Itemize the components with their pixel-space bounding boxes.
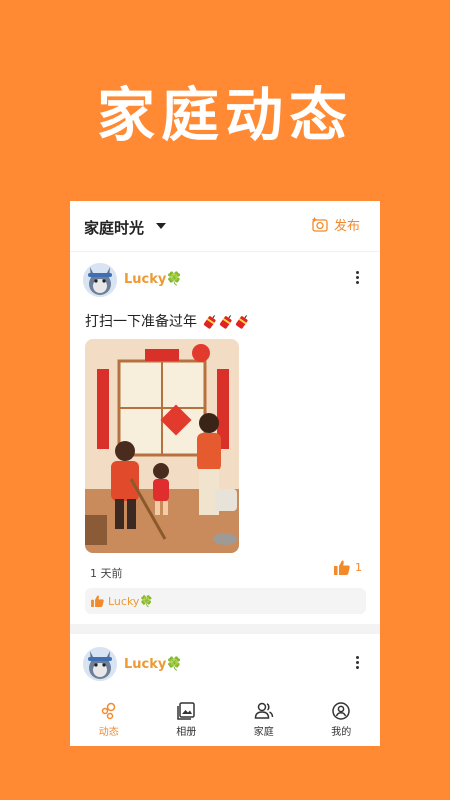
camera-plus-icon — [312, 217, 328, 232]
profile-icon — [332, 702, 350, 720]
banner-title: 家庭动态 — [96, 81, 353, 149]
like-button[interactable]: 1 — [334, 560, 362, 575]
liked-by-name[interactable]: Lucky🍀 — [108, 595, 153, 608]
like-count: 1 — [355, 561, 362, 574]
bottom-tab-bar: 动态 相册 家庭 我的 — [70, 698, 380, 746]
publish-label: 发布 — [333, 219, 360, 234]
tab-family[interactable]: 家庭 — [225, 698, 303, 746]
tab-album[interactable]: 相册 — [148, 698, 226, 746]
tab-moments[interactable]: 动态 — [70, 698, 148, 746]
post-photo[interactable] — [85, 339, 239, 553]
more-options-icon[interactable] — [356, 271, 360, 284]
more-options-icon[interactable] — [356, 656, 360, 669]
post-username[interactable]: Lucky🍀 — [124, 657, 183, 672]
tab-label: 我的 — [331, 727, 352, 738]
top-bar: 家庭时光 发布 — [70, 201, 380, 252]
firecracker-icon — [204, 315, 249, 329]
moments-icon — [101, 702, 115, 720]
family-icon — [254, 702, 273, 719]
liked-by-bar: Lucky🍀 — [85, 588, 366, 614]
thumbs-up-icon — [91, 595, 104, 607]
post-text-content: 打扫一下准备过年 — [85, 314, 197, 330]
album-icon — [177, 702, 195, 720]
caret-down-icon[interactable] — [156, 223, 166, 229]
avatar[interactable] — [83, 263, 117, 297]
tab-label: 相册 — [176, 727, 197, 738]
tab-profile[interactable]: 我的 — [303, 698, 381, 746]
tab-label: 动态 — [98, 727, 119, 738]
avatar[interactable] — [83, 647, 117, 681]
thumbs-up-icon — [334, 560, 350, 575]
group-title[interactable]: 家庭时光 — [84, 217, 144, 238]
post-divider — [70, 624, 380, 634]
publish-button[interactable]: 发布 — [312, 215, 360, 234]
post-text: 打扫一下准备过年 — [85, 311, 251, 331]
tab-label: 家庭 — [253, 727, 274, 738]
post-username[interactable]: Lucky🍀 — [124, 272, 183, 287]
app-screen: 家庭时光 发布 Lucky🍀 打扫一下准备过年 1 天前 1 Lucky🍀 Lu… — [70, 201, 380, 746]
post-time: 1 天前 — [90, 567, 123, 580]
